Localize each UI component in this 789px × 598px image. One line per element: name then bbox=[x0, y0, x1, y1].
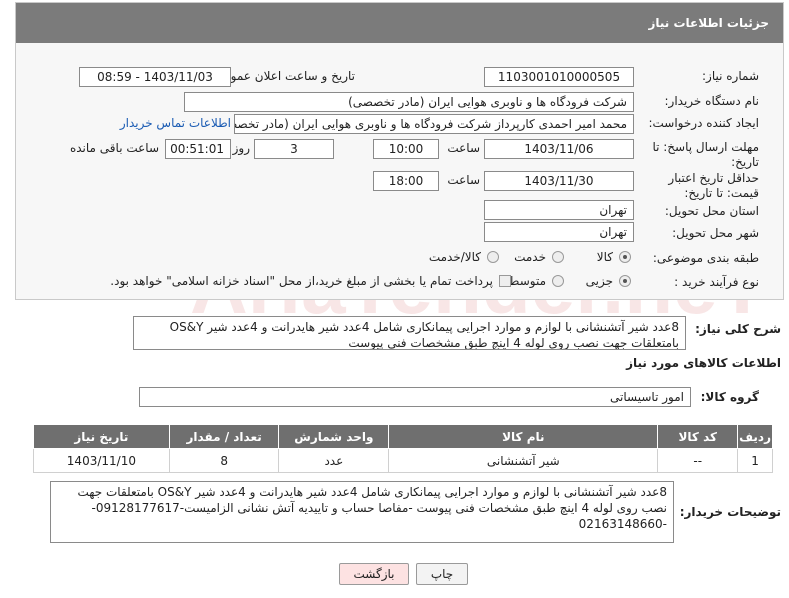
treasury-note: پرداخت تمام یا بخشی از مبلغ خرید،از محل … bbox=[110, 274, 493, 288]
need-number-label: شماره نیاز: bbox=[702, 69, 759, 83]
cell-code: -- bbox=[657, 448, 739, 473]
buyer-contact-link[interactable]: اطلاعات تماس خریدار bbox=[120, 116, 231, 130]
remaining-label: ساعت باقی مانده bbox=[69, 141, 159, 155]
purchase-radio-minor[interactable] bbox=[619, 275, 631, 287]
category-radio-goods-service[interactable] bbox=[487, 251, 499, 263]
buyer-notes-field[interactable]: 8عدد شیر آتشنشانی با لوازم و موارد اجرای… bbox=[50, 481, 674, 543]
table-row[interactable]: 1 -- شیر آتشنشانی عدد 8 1403/11/10 bbox=[33, 448, 773, 473]
goods-section-title: اطلاعات کالاهای مورد نیاز bbox=[626, 356, 781, 370]
col-header-date: تاریخ نیاز bbox=[33, 424, 170, 449]
announce-datetime-field[interactable]: 1403/11/03 - 08:59 bbox=[79, 67, 231, 87]
category-option-goods-service: کالا/خدمت bbox=[428, 250, 481, 264]
creator-field[interactable]: محمد امیر احمدی کارپرداز شرکت فرودگاه ها… bbox=[234, 114, 634, 134]
category-label: طبقه بندی موضوعی: bbox=[652, 251, 759, 265]
buyer-org-label: نام دستگاه خریدار: bbox=[664, 94, 760, 108]
reply-deadline-date[interactable]: 1403/11/06 bbox=[484, 139, 634, 159]
category-radio-service[interactable] bbox=[552, 251, 564, 263]
city-field[interactable]: تهران bbox=[484, 222, 634, 242]
treasury-checkbox[interactable] bbox=[499, 275, 511, 287]
col-header-qty: تعداد / مقدار bbox=[168, 424, 280, 449]
reply-deadline-label: مهلت ارسال پاسخ: تا تاریخ: bbox=[652, 140, 759, 169]
announce-datetime-label: تاریخ و ساعت اعلان عمومی: bbox=[210, 69, 355, 83]
remaining-time-field[interactable]: 00:51:01 bbox=[165, 139, 231, 159]
category-radio-goods[interactable] bbox=[619, 251, 631, 263]
purchase-option-minor: جزیی bbox=[585, 274, 613, 288]
buyer-org-field[interactable]: شرکت فرودگاه ها و ناوبری هوایی ایران (ما… bbox=[184, 92, 634, 112]
cell-row: 1 bbox=[737, 448, 773, 473]
reply-deadline-time[interactable]: 10:00 bbox=[373, 139, 439, 159]
creator-label: ایجاد کننده درخواست: bbox=[648, 116, 759, 130]
price-time-label: ساعت bbox=[447, 173, 480, 187]
purchase-type-label: نوع فرآیند خرید : bbox=[674, 275, 759, 289]
goods-group-label: گروه کالا: bbox=[700, 390, 759, 404]
price-validity-label: حداقل تاریخ اعتبار قیمت: تا تاریخ: bbox=[668, 171, 759, 200]
col-header-unit: واحد شمارش bbox=[278, 424, 390, 449]
city-label: شهر محل تحویل: bbox=[672, 226, 759, 240]
goods-group-field[interactable]: امور تاسیساتی bbox=[139, 387, 691, 407]
price-validity-date[interactable]: 1403/11/30 bbox=[484, 171, 634, 191]
province-field[interactable]: تهران bbox=[484, 200, 634, 220]
reply-time-label: ساعت bbox=[447, 141, 480, 155]
goods-table: ردیف کد کالا نام کالا واحد شمارش تعداد /… bbox=[33, 424, 773, 473]
purchase-radio-medium[interactable] bbox=[552, 275, 564, 287]
cell-qty: 8 bbox=[168, 448, 280, 473]
col-header-row: ردیف bbox=[737, 424, 773, 449]
panel-title: جزئیات اطلاعات نیاز bbox=[16, 3, 783, 43]
col-header-name: نام کالا bbox=[388, 424, 659, 449]
category-option-service: خدمت bbox=[514, 250, 546, 264]
purchase-option-medium: متوسط bbox=[508, 274, 546, 288]
cell-name: شیر آتشنشانی bbox=[388, 448, 659, 473]
category-option-goods: کالا bbox=[596, 250, 613, 264]
province-label: استان محل تحویل: bbox=[664, 204, 759, 218]
reply-days-field[interactable]: 3 bbox=[254, 139, 334, 159]
description-label: شرح کلی نیاز: bbox=[695, 322, 781, 336]
print-button[interactable]: چاپ bbox=[416, 563, 468, 585]
cell-date: 1403/11/10 bbox=[33, 448, 170, 473]
col-header-code: کد کالا bbox=[657, 424, 739, 449]
price-validity-time[interactable]: 18:00 bbox=[373, 171, 439, 191]
buyer-notes-label: توضیحات خریدار: bbox=[679, 505, 781, 519]
description-field[interactable]: 8عدد شیر آتشنشانی با لوازم و موارد اجرای… bbox=[133, 316, 686, 350]
back-button[interactable]: بازگشت bbox=[339, 563, 409, 585]
cell-unit: عدد bbox=[278, 448, 390, 473]
need-number-field[interactable]: 1103001010000505 bbox=[484, 67, 634, 87]
